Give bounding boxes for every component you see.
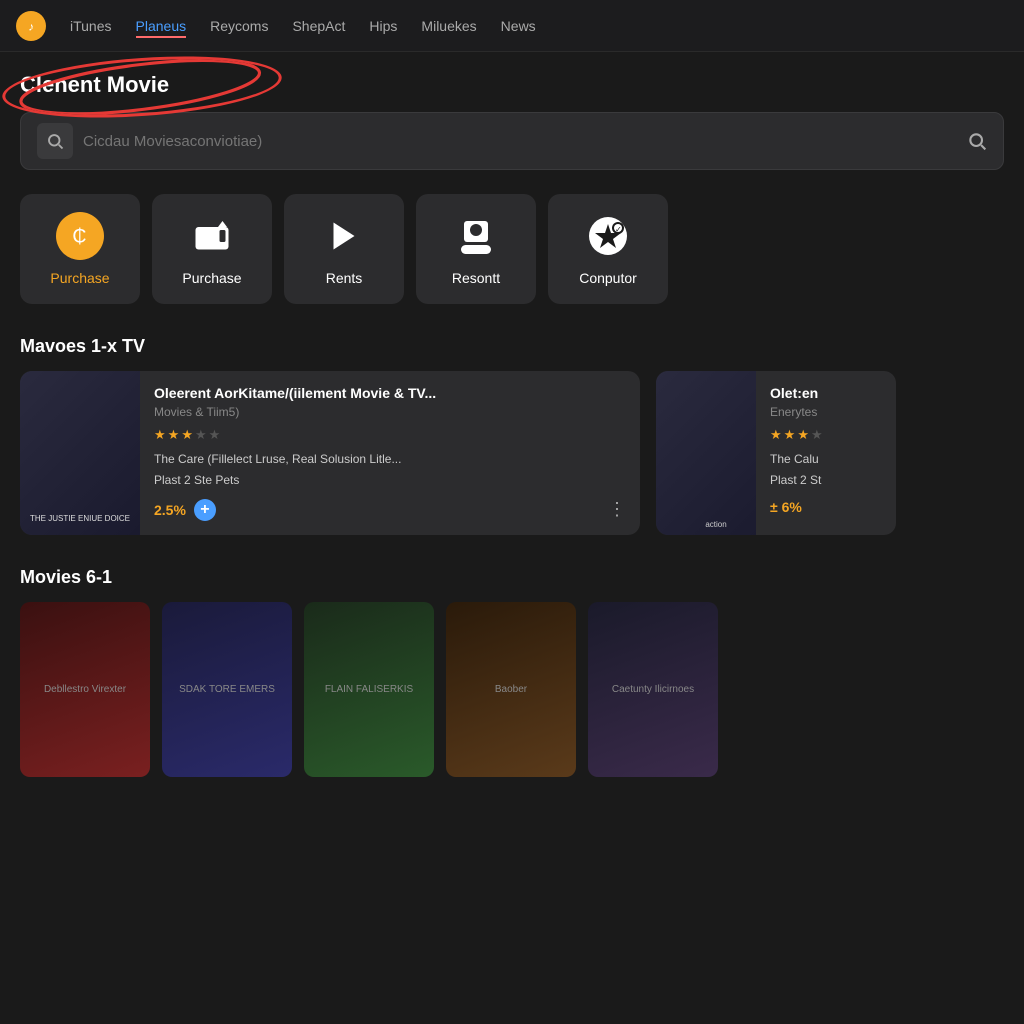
movies-6-label: Movies 6-1 [20,567,1004,588]
categories-row: ₵ Purchase Purchase Rents [20,194,1004,304]
nav-item-itunes[interactable]: iTunes [70,14,112,38]
movie-poster-1-placeholder: THE JUSTIE ENIUE DOICE [20,371,140,535]
app-logo[interactable]: ♪ [16,11,46,41]
movie-poster-5[interactable]: Caetunty Ilicirnoes [588,602,718,777]
category-purchase-1[interactable]: ₵ Purchase [20,194,140,304]
purchase-2-icon-wrapper [188,212,236,260]
poster-2-label: SDAK TORE EMERS [162,602,292,777]
svg-text:✓: ✓ [615,225,622,234]
nav-item-hips[interactable]: Hips [369,14,397,38]
rents-icon-wrapper [320,212,368,260]
currency-icon: ₵ [67,223,93,249]
movie-list: THE JUSTIE ENIUE DOICE Oleerent AorKitam… [20,371,1004,535]
conputor-icon-wrapper: ✓ [584,212,632,260]
movie-desc-1b: Plast 2 Ste Pets [154,472,626,489]
person-icon [458,218,494,254]
more-options-1[interactable]: ⋮ [608,499,626,520]
category-purchase-1-label: Purchase [50,270,109,286]
search-bar [20,112,1004,170]
movie-card-1[interactable]: THE JUSTIE ENIUE DOICE Oleerent AorKitam… [20,371,640,535]
movies-tv-section: Mavoes 1-x TV THE JUSTIE ENIUE DOICE Ole… [20,336,1004,535]
play-icon [326,218,362,254]
poster-4-label: Baober [446,602,576,777]
nav-item-news[interactable]: News [501,14,536,38]
movies-6-section: Movies 6-1 Debllestro Virexter SDAK TORE… [20,567,1004,777]
camera-icon [194,218,230,254]
movie-title-2: Olet:en [770,385,882,401]
category-conputor-label: Conputor [579,270,637,286]
movie-poster-3[interactable]: FLAIN FALISERKIS [304,602,434,777]
price-add-button-1[interactable]: + [194,499,216,521]
movie-poster-2[interactable]: SDAK TORE EMERS [162,602,292,777]
movie-title-1: Oleerent AorKitame/(iilement Movie & TV.… [154,385,626,401]
movie-poster-1[interactable]: Debllestro Virexter [20,602,150,777]
page-title: Clenent Movie [20,72,169,98]
nav-item-shepact[interactable]: ShepAct [292,14,345,38]
movie-card-2[interactable]: action Olet:en Enerytes ★ ★ ★ ★ The Calu… [656,371,896,535]
svg-text:₵: ₵ [72,226,86,248]
search-input[interactable] [83,133,957,150]
star-circle-icon: ✓ [588,216,628,256]
movie-genre-2: Enerytes [770,405,882,419]
main-content: Clenent Movie ₵ Purchase [0,52,1024,777]
movies-posters-row: Debllestro Virexter SDAK TORE EMERS FLAI… [20,602,1004,777]
movie-footer-1: 2.5% + ⋮ [154,499,626,521]
category-resontt[interactable]: Resontt [416,194,536,304]
movie-genre-1: Movies & Tiim5) [154,405,626,419]
poster-5-label: Caetunty Ilicirnoes [588,602,718,777]
category-rents-label: Rents [326,270,363,286]
category-rents[interactable]: Rents [284,194,404,304]
movie-poster-4[interactable]: Baober [446,602,576,777]
movie-stars-2: ★ ★ ★ ★ [770,427,882,443]
resontt-icon-wrapper [452,212,500,260]
nav-item-reycoms[interactable]: Reycoms [210,14,268,38]
movie-stars-1: ★ ★ ★ ★ ★ [154,427,626,443]
poster-3-label: FLAIN FALISERKIS [304,602,434,777]
movie-thumb-1: THE JUSTIE ENIUE DOICE [20,371,140,535]
search-icon-box[interactable] [37,123,73,159]
movie-info-1: Oleerent AorKitame/(iilement Movie & TV.… [140,371,640,535]
search-icon [46,132,64,150]
category-purchase-2[interactable]: Purchase [152,194,272,304]
navbar: ♪ iTunes Planeus Reycoms ShepAct Hips Mi… [0,0,1024,52]
movie-poster-2-placeholder: action [656,371,756,535]
movie-info-2: Olet:en Enerytes ★ ★ ★ ★ The Calu Plast … [756,371,896,535]
category-purchase-2-label: Purchase [182,270,241,286]
category-resontt-label: Resontt [452,270,500,286]
svg-text:♪: ♪ [28,20,34,33]
section-header: Clenent Movie [20,72,169,98]
category-conputor[interactable]: ✓ Conputor [548,194,668,304]
movie-thumb-2: action [656,371,756,535]
movie-price-2: ± 6% [770,499,882,515]
search-right-icon[interactable] [967,131,987,151]
purchase-1-icon: ₵ [56,212,104,260]
movie-desc-2b: Plast 2 St [770,472,882,489]
movie-desc-2: The Calu [770,451,882,468]
movies-tv-label: Mavoes 1-x TV [20,336,1004,357]
nav-item-miluekes[interactable]: Miluekes [421,14,476,38]
poster-1-label: Debllestro Virexter [20,602,150,777]
movie-desc-1: The Care (Fillelect Lruse, Real Solusion… [154,451,626,468]
logo-icon: ♪ [22,17,40,35]
movie-price-1: 2.5% + [154,499,216,521]
nav-item-planeus[interactable]: Planeus [136,14,187,38]
